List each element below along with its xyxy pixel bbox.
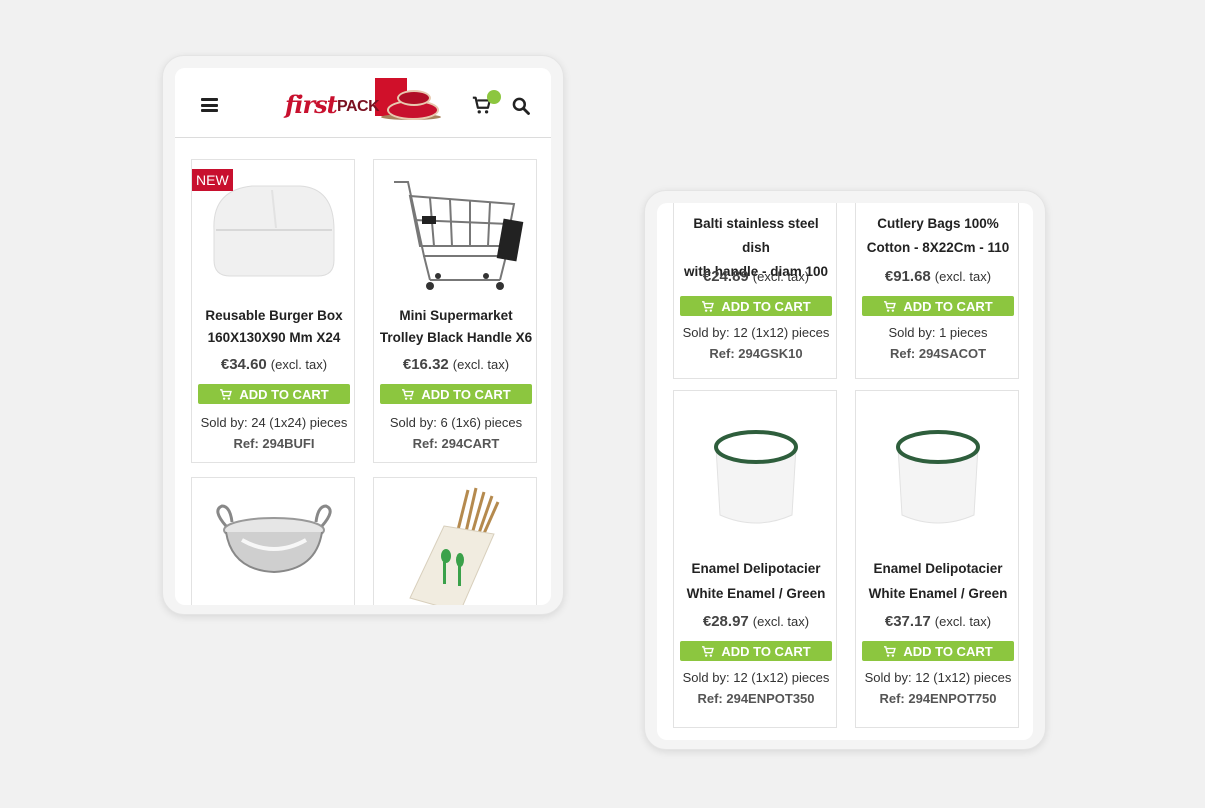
enamel-pot-image[interactable] [856,391,1020,541]
title-line: Enamel Delipotacier [873,561,1003,576]
sold-by-text: Sold by: 6 (1x6) pieces [389,415,523,430]
site-header: first PACK [175,68,551,138]
cart-icon [402,388,415,400]
cart-icon [702,645,715,657]
tax-label: (excl. tax) [270,357,328,372]
button-label: ADD TO CART [239,386,329,402]
mobile-screen-right: Balti stainless steel dish with handle -… [657,203,1033,740]
logo-bowl [397,90,431,106]
product-ref: Ref: 294SACOT [889,346,987,361]
product-title[interactable]: Mini Supermarket Trolley Black Handle X6 [378,305,534,349]
product-card[interactable] [373,477,537,605]
logo-text-pack: PACK [337,98,380,115]
mobile-screen-left: first PACK NEW Reusable Burger Box 160X1… [175,68,551,605]
title-line: 160X130X90 Mm X24 [207,330,341,345]
product-price: €24.89 [702,268,749,285]
tax-label: (excl. tax) [752,614,810,629]
add-to-cart-button[interactable]: ADD TO CART [680,641,832,661]
sold-by-text: Sold by: 12 (1x12) pieces [682,325,830,340]
mobile-mockup-right: Balti stainless steel dish with handle -… [644,190,1046,750]
search-icon[interactable] [511,96,531,116]
title-line: Cotton - 8X22Cm - 110 [866,240,1010,255]
product-price: €16.32 [402,356,449,373]
cutlery-bag-image[interactable] [374,478,538,605]
cart-icon [884,645,897,657]
product-title[interactable]: Enamel Delipotacier White Enamel / Green [678,556,834,606]
price-row: €37.17 (excl. tax) [856,613,1020,631]
price-row: €24.89 (excl. tax) [674,268,838,286]
button-label: ADD TO CART [721,298,811,314]
title-line: White Enamel / Green [868,586,1008,601]
add-to-cart-button[interactable]: ADD TO CART [862,296,1014,316]
cart-icon [702,300,715,312]
enamel-pot-image[interactable] [674,391,838,541]
cart-icon [884,300,897,312]
new-badge: NEW [192,169,233,191]
mobile-mockup-left: first PACK NEW Reusable Burger Box 160X1… [162,55,564,615]
sold-by-text: Sold by: 24 (1x24) pieces [200,415,348,430]
product-ref: Ref: 294CART [412,436,500,451]
title-line: Enamel Delipotacier [691,561,821,576]
sold-by-text: Sold by: 1 pieces [888,325,988,340]
add-to-cart-button[interactable]: ADD TO CART [680,296,832,316]
button-label: ADD TO CART [903,298,993,314]
product-title[interactable]: Enamel Delipotacier White Enamel / Green [860,556,1016,606]
product-card[interactable]: Mini Supermarket Trolley Black Handle X6… [373,159,537,463]
title-line: Reusable Burger Box [205,308,343,323]
price-row: €16.32 (excl. tax) [374,356,538,374]
logo-text-first: first [285,90,338,119]
title-line: Cutlery Bags 100% [877,216,999,231]
title-line: White Enamel / Green [686,586,826,601]
title-line: Balti stainless steel dish [693,216,819,255]
cart-count-badge [487,90,501,104]
product-price: €34.60 [220,356,267,373]
product-ref: Ref: 294ENPOT750 [879,691,997,706]
product-ref: Ref: 294ENPOT350 [697,691,815,706]
firstpack-logo[interactable]: first PACK [285,76,441,130]
add-to-cart-button[interactable]: ADD TO CART [380,384,532,404]
sold-by-text: Sold by: 12 (1x12) pieces [682,670,830,685]
menu-icon[interactable] [201,98,218,112]
product-card[interactable] [191,477,355,605]
product-ref: Ref: 294BUFI [233,436,315,451]
product-card[interactable]: Cutlery Bags 100% Cotton - 8X22Cm - 110 … [855,203,1019,379]
product-ref: Ref: 294GSK10 [709,346,803,361]
product-title[interactable]: Cutlery Bags 100% Cotton - 8X22Cm - 110 [860,212,1016,260]
sold-by-text: Sold by: 12 (1x12) pieces [864,670,1012,685]
title-line: Mini Supermarket [399,308,513,323]
tax-label: (excl. tax) [934,269,992,284]
tax-label: (excl. tax) [452,357,510,372]
balti-dish-image[interactable] [192,478,356,605]
product-card[interactable]: Balti stainless steel dish with handle -… [673,203,837,379]
add-to-cart-button[interactable]: ADD TO CART [862,641,1014,661]
button-label: ADD TO CART [421,386,511,402]
price-row: €34.60 (excl. tax) [192,356,356,374]
cart-icon [220,388,233,400]
shopping-trolley-image[interactable] [374,160,538,300]
product-card[interactable]: Enamel Delipotacier White Enamel / Green… [855,390,1019,728]
product-card[interactable]: NEW Reusable Burger Box 160X130X90 Mm X2… [191,159,355,463]
title-line: Trolley Black Handle X6 [379,330,533,345]
tax-label: (excl. tax) [752,269,810,284]
button-label: ADD TO CART [721,643,811,659]
product-card[interactable]: Enamel Delipotacier White Enamel / Green… [673,390,837,728]
product-title[interactable]: Reusable Burger Box 160X130X90 Mm X24 [196,305,352,349]
product-price: €37.17 [884,613,931,630]
product-price: €91.68 [884,268,931,285]
price-row: €28.97 (excl. tax) [674,613,838,631]
add-to-cart-button[interactable]: ADD TO CART [198,384,350,404]
product-price: €28.97 [702,613,749,630]
button-label: ADD TO CART [903,643,993,659]
tax-label: (excl. tax) [934,614,992,629]
price-row: €91.68 (excl. tax) [856,268,1020,286]
